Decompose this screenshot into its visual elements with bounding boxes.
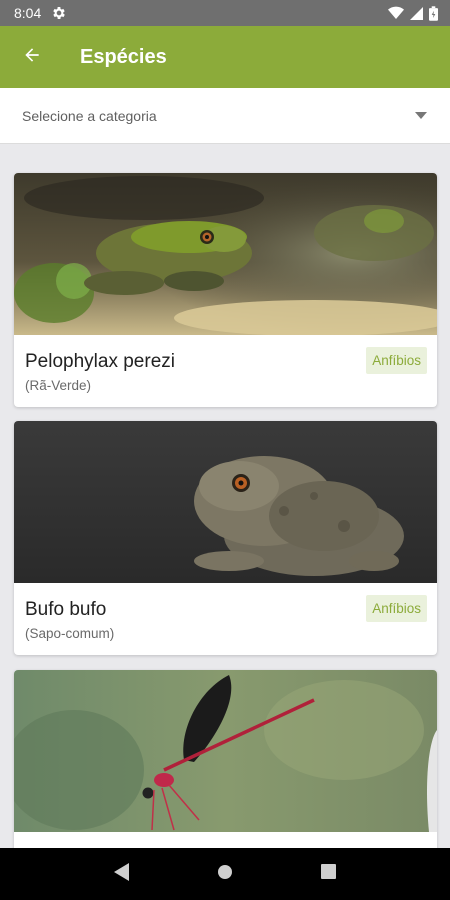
recents-square-icon xyxy=(320,864,336,884)
back-triangle-icon xyxy=(113,862,130,886)
species-photo-green-frog xyxy=(14,173,437,335)
species-photo-common-toad xyxy=(14,421,437,583)
category-select[interactable]: Selecione a categoria xyxy=(0,88,450,144)
dropdown-arrow-icon xyxy=(414,111,428,121)
status-bar: 8:04 xyxy=(0,0,450,26)
category-select-placeholder: Selecione a categoria xyxy=(22,107,157,124)
nav-home-button[interactable] xyxy=(205,854,245,894)
wifi-icon xyxy=(388,6,404,20)
nav-recents-button[interactable] xyxy=(308,854,348,894)
arrow-back-icon xyxy=(22,45,42,70)
species-card[interactable]: Bufo bufo (Sapo-comum) Anfíbios xyxy=(14,421,437,655)
home-circle-icon xyxy=(217,864,233,885)
species-card[interactable] xyxy=(14,670,437,848)
system-navigation-bar xyxy=(0,848,450,900)
scientific-name: Pelophylax perezi xyxy=(25,351,175,372)
species-card[interactable]: Pelophylax perezi (Rã-Verde) Anfíbios xyxy=(14,173,437,407)
page-title: Espécies xyxy=(80,45,167,68)
nav-back-button[interactable] xyxy=(102,854,142,894)
category-badge: Anfíbios xyxy=(366,347,427,374)
species-info xyxy=(14,832,437,848)
species-info: Pelophylax perezi (Rã-Verde) Anfíbios xyxy=(14,335,437,407)
common-name: (Sapo-comum) xyxy=(25,626,115,641)
signal-icon xyxy=(410,6,423,20)
category-badge: Anfíbios xyxy=(366,595,427,622)
battery-icon xyxy=(429,5,438,21)
app-bar: Espécies xyxy=(0,26,450,88)
back-button[interactable] xyxy=(18,43,46,71)
species-info: Bufo bufo (Sapo-comum) Anfíbios xyxy=(14,583,437,655)
species-photo-damselfly xyxy=(14,670,437,832)
common-name: (Rã-Verde) xyxy=(25,378,92,393)
scientific-name: Bufo bufo xyxy=(25,599,107,620)
settings-gear-icon xyxy=(51,5,67,21)
status-time: 8:04 xyxy=(14,5,42,21)
species-list[interactable]: Pelophylax perezi (Rã-Verde) Anfíbios Bu… xyxy=(0,144,450,848)
